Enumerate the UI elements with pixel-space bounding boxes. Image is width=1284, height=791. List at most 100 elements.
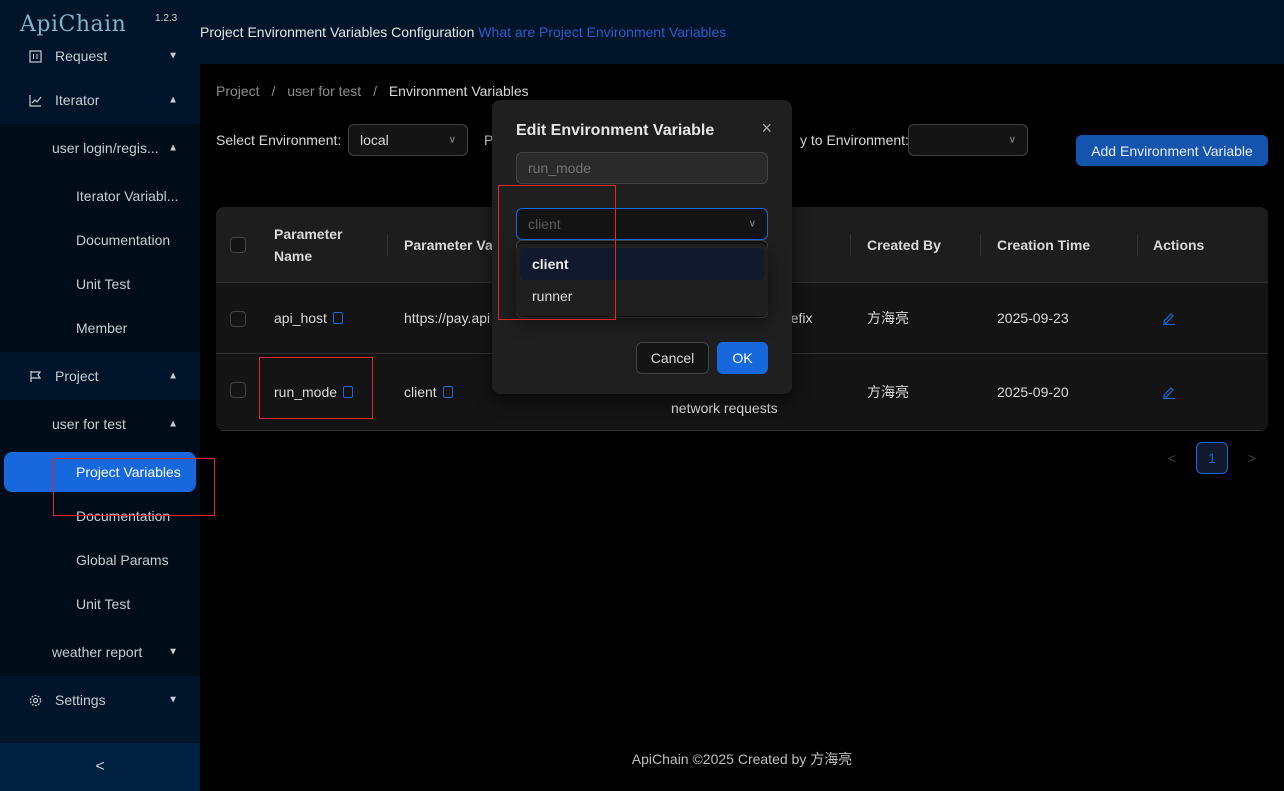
sidebar-item-label: Project <box>55 368 99 384</box>
chevron-up-icon: ▲ <box>168 418 178 430</box>
sidebar-item-label: Documentation <box>76 508 171 524</box>
chevron-down-icon: ∨ <box>448 134 456 146</box>
close-icon[interactable]: × <box>761 118 772 139</box>
ok-button[interactable]: OK <box>717 342 768 374</box>
gear-icon <box>28 693 42 707</box>
edit-icon[interactable] <box>1162 354 1176 430</box>
param-value-cell: client <box>404 354 453 430</box>
sidebar-item-iterator-variables[interactable]: Iterator Variabl... <box>0 172 200 220</box>
sidebar-item-documentation[interactable]: Documentation <box>0 492 200 540</box>
param-value-select-placeholder: client <box>528 216 561 232</box>
param-value: client <box>404 384 437 400</box>
sidebar-item-label: Global Params <box>76 552 169 568</box>
edit-icon[interactable] <box>1162 283 1176 353</box>
sidebar-item-unit-test[interactable]: Unit Test <box>0 580 200 628</box>
breadcrumb: Project / user for test / Environment Va… <box>216 83 529 99</box>
page-title-text: Project Environment Variables Configurat… <box>200 24 475 40</box>
sidebar-item-label: Request <box>55 48 108 64</box>
sidebar-item-global-params[interactable]: Global Params <box>0 536 200 584</box>
sidebar-item-user-login[interactable]: user login/regis... ▲ <box>0 124 200 172</box>
copy-icon[interactable] <box>442 386 453 398</box>
row-checkbox[interactable] <box>230 311 246 327</box>
sidebar-item-label: user for test <box>52 416 126 432</box>
sidebar-item-project[interactable]: Project ▲ <box>0 352 200 400</box>
prev-page-button[interactable]: < <box>1156 442 1188 474</box>
page-1-button[interactable]: 1 <box>1196 442 1228 474</box>
env-select-value: local <box>360 132 389 148</box>
copy-icon[interactable] <box>332 312 343 324</box>
sidebar-item-request[interactable]: Request ▼ <box>0 32 200 80</box>
param-value-dropdown: client runner <box>516 244 768 316</box>
row-checkbox[interactable] <box>230 382 246 398</box>
param-value: https://pay.api <box>404 310 491 326</box>
sidebar-collapse-button[interactable]: < <box>0 743 200 791</box>
copy-env-select[interactable]: ∨ <box>908 124 1028 156</box>
select-all-checkbox[interactable] <box>230 237 246 253</box>
sidebar-item-label: Member <box>76 320 128 336</box>
creation-time: 2025-09-20 <box>997 384 1069 400</box>
sidebar-item-settings[interactable]: Settings ▼ <box>0 676 200 724</box>
sidebar-item-label: Iterator <box>55 92 100 108</box>
chevron-up-icon: ▲ <box>168 370 178 382</box>
sidebar-item-label: Unit Test <box>76 596 131 612</box>
edit-env-variable-modal: Edit Environment Variable × run_mode cli… <box>492 100 792 394</box>
param-name: api_host <box>274 310 327 326</box>
modal-title: Edit Environment Variable <box>516 122 715 139</box>
breadcrumb-separator: / <box>271 83 276 99</box>
chevron-down-icon: ▼ <box>168 646 178 658</box>
line-chart-icon <box>28 93 42 107</box>
sidebar-item-label: Iterator Variabl... <box>76 188 179 204</box>
param-name: run_mode <box>274 384 338 400</box>
param-value-select[interactable]: client ∨ <box>516 208 768 240</box>
chevron-down-icon: ∨ <box>1008 134 1016 146</box>
chevron-left-icon: < <box>95 758 105 775</box>
sidebar-item-weather-report[interactable]: weather report ▼ <box>0 628 200 676</box>
column-parameter-value: Parameter Val <box>404 237 497 253</box>
sidebar-item-label: Unit Test <box>76 276 131 292</box>
chevron-down-icon: ▼ <box>168 694 178 706</box>
column-created-by: Created By <box>867 237 941 253</box>
column-actions: Actions <box>1153 237 1205 253</box>
sidebar-item-documentation[interactable]: Documentation <box>0 216 200 264</box>
cancel-button[interactable]: Cancel <box>636 342 709 374</box>
page-title: Project Environment Variables Configurat… <box>200 24 726 40</box>
page-header: Project Environment Variables Configurat… <box>200 0 1284 64</box>
env-select[interactable]: local ∨ <box>348 124 468 156</box>
breadcrumb-item[interactable]: user for test <box>287 83 361 99</box>
next-page-button[interactable]: > <box>1236 442 1268 474</box>
sidebar-item-member[interactable]: Member <box>0 304 200 352</box>
sidebar-item-label: Settings <box>55 692 106 708</box>
column-parameter-name: Parameter Name <box>274 226 343 264</box>
copy-env-label: y to Environment: <box>800 132 909 148</box>
sidebar-item-label: Documentation <box>76 232 171 248</box>
param-name-input[interactable]: run_mode <box>516 152 768 184</box>
sidebar: ApiChain 1.2.3 Request ▼ Iterator ▲ user… <box>0 0 200 791</box>
breadcrumb-separator: / <box>373 83 377 99</box>
sidebar-item-project-variables[interactable]: Project Variables <box>4 452 196 492</box>
created-by: 方海亮 <box>867 310 909 326</box>
option-runner[interactable]: runner <box>520 280 764 312</box>
sidebar-item-label: Project Variables <box>76 464 181 480</box>
flag-icon <box>28 369 42 383</box>
param-name-cell: run_mode <box>274 354 354 430</box>
option-client[interactable]: client <box>520 248 764 280</box>
layout-icon <box>28 49 42 63</box>
sidebar-item-iterator[interactable]: Iterator ▲ <box>0 76 200 124</box>
created-by: 方海亮 <box>867 384 909 400</box>
sidebar-item-user-for-test[interactable]: user for test ▲ <box>0 400 200 448</box>
column-creation-time: Creation Time <box>997 237 1091 253</box>
app-version: 1.2.3 <box>155 13 178 24</box>
param-name-cell: api_host <box>274 283 343 353</box>
chevron-up-icon: ▲ <box>168 94 178 106</box>
sidebar-item-label: user login/regis... <box>52 140 159 156</box>
creation-time: 2025-09-23 <box>997 310 1069 326</box>
chevron-down-icon: ∨ <box>748 218 756 230</box>
chevron-up-icon: ▲ <box>168 142 178 154</box>
env-select-label: Select Environment: <box>216 132 342 148</box>
breadcrumb-item[interactable]: Project <box>216 83 260 99</box>
copy-icon[interactable] <box>343 386 354 398</box>
add-env-variable-button[interactable]: Add Environment Variable <box>1076 135 1268 166</box>
sidebar-item-unit-test[interactable]: Unit Test <box>0 260 200 308</box>
help-link[interactable]: What are Project Environment Variables <box>478 24 726 40</box>
breadcrumb-current: Environment Variables <box>388 83 529 99</box>
